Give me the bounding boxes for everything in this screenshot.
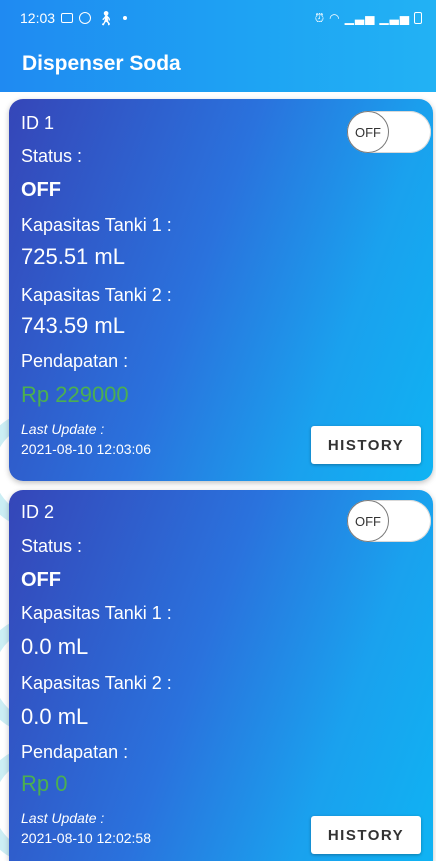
last-update-value: 2021-08-10 12:02:58 — [21, 830, 151, 846]
status-bar-right: ⏰︎ ◠ ▁▃▅ ▁▃▅ — [315, 11, 422, 26]
last-update-value: 2021-08-10 12:03:06 — [21, 441, 151, 457]
income-label: Pendapatan : — [21, 742, 129, 762]
history-button[interactable]: HISTORY — [311, 426, 421, 464]
toggle-knob: OFF — [347, 111, 389, 153]
power-toggle[interactable]: OFF — [347, 500, 431, 542]
income-label: Pendapatan : — [21, 351, 129, 371]
status-value: OFF — [21, 179, 61, 201]
tank2-value: 0.0 mL — [21, 704, 89, 729]
status-label: Status : — [21, 536, 83, 556]
status-time: 12:03 — [20, 10, 56, 26]
toggle-knob: OFF — [347, 500, 389, 542]
status-value: OFF — [21, 569, 61, 591]
last-update-label: Last Update : — [21, 421, 105, 437]
whatsapp-icon — [79, 12, 92, 24]
tank2-value: 743.59 mL — [21, 313, 125, 338]
tank1-label: Kapasitas Tanki 1 : — [21, 215, 172, 235]
app-header: 12:03 🚶︎ ⏰︎ ◠ ▁▃▅ ▁▃▅ Dispenser Soda — [0, 0, 436, 92]
device-card: ID 2 OFF Status : OFF Kapasitas Tanki 1 … — [9, 490, 433, 861]
tank1-label: Kapasitas Tanki 1 : — [21, 603, 172, 623]
signal-icon: ▁▃▅ — [379, 11, 410, 25]
status-bar-left: 12:03 🚶︎ — [20, 10, 127, 27]
last-update-label: Last Update : — [21, 810, 105, 826]
device-id: ID 1 — [21, 113, 55, 133]
income-value: Rp 229000 — [21, 382, 129, 407]
tank1-value: 725.51 mL — [21, 244, 125, 269]
accessibility-icon: 🚶︎ — [97, 9, 115, 26]
power-toggle[interactable]: OFF — [347, 111, 431, 153]
status-label: Status : — [21, 146, 83, 166]
device-id: ID 2 — [21, 502, 55, 522]
dot-icon — [122, 16, 127, 20]
battery-icon — [414, 12, 422, 24]
status-bar: 12:03 🚶︎ ⏰︎ ◠ ▁▃▅ ▁▃▅ — [0, 0, 436, 36]
signal-icon: ▁▃▅ — [344, 11, 376, 25]
app-title: Dispenser Soda — [22, 52, 181, 75]
tank2-label: Kapasitas Tanki 2 : — [21, 673, 172, 693]
tank1-value: 0.0 mL — [21, 634, 89, 659]
income-value: Rp 0 — [21, 771, 68, 796]
alarm-icon: ⏰︎ — [314, 10, 326, 25]
gallery-icon — [61, 13, 74, 23]
wifi-icon: ◠ — [329, 11, 341, 25]
history-button[interactable]: HISTORY — [311, 816, 421, 854]
tank2-label: Kapasitas Tanki 2 : — [21, 285, 172, 305]
device-card: ID 1 OFF Status : OFF Kapasitas Tanki 1 … — [9, 99, 433, 481]
